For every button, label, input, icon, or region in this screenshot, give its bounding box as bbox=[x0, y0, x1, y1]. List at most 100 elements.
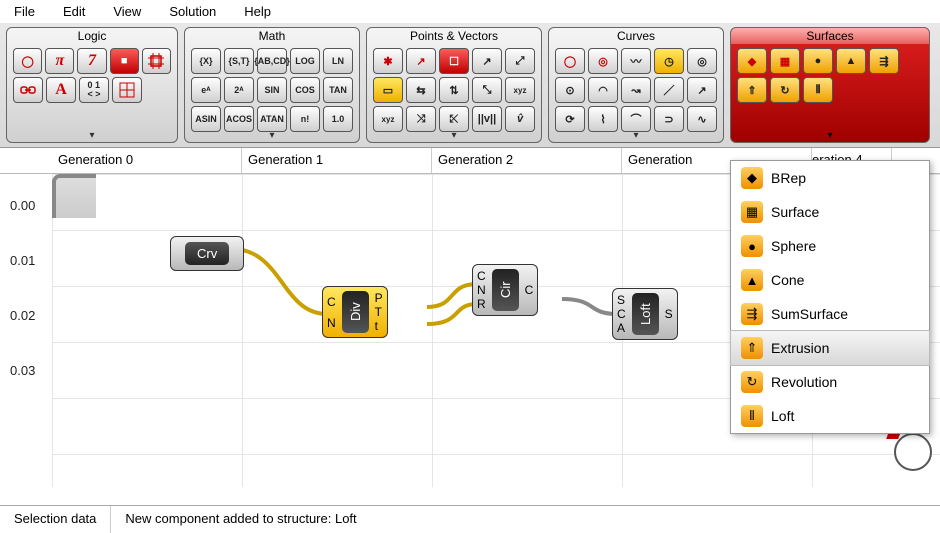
port-div-t-up[interactable]: T bbox=[375, 305, 383, 319]
tool-math[interactable]: ATAN bbox=[257, 106, 287, 132]
tool-surf-brep[interactable]: ◆ bbox=[737, 48, 767, 74]
compass-widget[interactable] bbox=[894, 433, 932, 471]
menu-solution[interactable]: Solution bbox=[169, 4, 216, 19]
tool-crv-14[interactable]: ⊃ bbox=[654, 106, 684, 132]
tool-pv-8[interactable]: ⇅ bbox=[439, 77, 469, 103]
tool-crv-7[interactable]: ◠ bbox=[588, 77, 618, 103]
tool-crv-11[interactable]: ⟳ bbox=[555, 106, 585, 132]
menu-help[interactable]: Help bbox=[244, 4, 271, 19]
port-div-n[interactable]: N bbox=[327, 316, 336, 330]
node-crv[interactable]: Crv bbox=[170, 236, 244, 271]
tool-crv-2[interactable]: ◎ bbox=[588, 48, 618, 74]
dropdown-item-loft[interactable]: ⫴Loft bbox=[731, 399, 929, 433]
tool-logic-circle[interactable]: ◯ bbox=[13, 48, 42, 74]
dropdown-item-sphere[interactable]: ●Sphere bbox=[731, 229, 929, 263]
dropdown-item-extrusion[interactable]: ⇑Extrusion bbox=[730, 330, 930, 366]
tool-crv-15[interactable]: ∿ bbox=[687, 106, 717, 132]
port-cir-c-out[interactable]: C bbox=[525, 283, 534, 297]
tool-surf-sumsurface[interactable]: ⇶ bbox=[869, 48, 899, 74]
tool-pv-1[interactable]: ✱ bbox=[373, 48, 403, 74]
tool-pv-7[interactable]: ⇆ bbox=[406, 77, 436, 103]
tool-logic-7[interactable]: 7 bbox=[77, 48, 106, 74]
port-loft-c[interactable]: C bbox=[617, 307, 626, 321]
tool-math[interactable]: ACOS bbox=[224, 106, 254, 132]
tool-pv-4[interactable]: ↗ bbox=[472, 48, 502, 74]
tool-math[interactable]: COS bbox=[290, 77, 320, 103]
tool-pv-13[interactable]: ⤪ bbox=[439, 106, 469, 132]
tool-pv-9[interactable]: ⤡ bbox=[472, 77, 502, 103]
palette-pv-expand[interactable]: ▾ bbox=[367, 130, 541, 141]
port-loft-s-in[interactable]: S bbox=[617, 293, 626, 307]
dropdown-item-surface[interactable]: ▦Surface bbox=[731, 195, 929, 229]
tool-math[interactable]: LN bbox=[323, 48, 353, 74]
tool-pv-5[interactable]: ⤢ bbox=[505, 48, 535, 74]
node-div[interactable]: C N Div P T t bbox=[322, 286, 388, 338]
tool-logic-link[interactable] bbox=[13, 77, 43, 103]
tool-crv-5[interactable]: ◎ bbox=[687, 48, 717, 74]
tool-math[interactable]: eᴬ bbox=[191, 77, 221, 103]
tool-crv-4[interactable]: ◷ bbox=[654, 48, 684, 74]
tool-logic-square[interactable]: ■ bbox=[110, 48, 139, 74]
port-cir-r[interactable]: R bbox=[477, 297, 486, 311]
tool-math[interactable]: n! bbox=[290, 106, 320, 132]
port-loft-s-out[interactable]: S bbox=[665, 307, 673, 321]
dropdown-item-revolution[interactable]: ↻Revolution bbox=[731, 365, 929, 399]
palette-math: Math {X}{S,T}{AB,CD}LOGLNeᴬ2ᴬSINCOSTANAS… bbox=[184, 27, 360, 143]
node-cir[interactable]: C N R Cir C bbox=[472, 264, 538, 316]
tool-math[interactable]: ASIN bbox=[191, 106, 221, 132]
tool-surf-revolution[interactable]: ↻ bbox=[770, 77, 800, 103]
tool-math[interactable]: 1.0 bbox=[323, 106, 353, 132]
port-cir-n[interactable]: N bbox=[477, 283, 486, 297]
tool-pv-2[interactable]: ↗ bbox=[406, 48, 436, 74]
tool-surf-extrusion[interactable]: ⇑ bbox=[737, 77, 767, 103]
dropdown-item-brep[interactable]: ◆BRep bbox=[731, 161, 929, 195]
palette-surfaces-expand[interactable]: ▾ bbox=[731, 130, 929, 141]
tool-math[interactable]: LOG bbox=[290, 48, 320, 74]
node-div-label: Div bbox=[342, 291, 369, 333]
tool-pv-10[interactable]: xyz bbox=[505, 77, 535, 103]
tool-crv-6[interactable]: ⊙ bbox=[555, 77, 585, 103]
menu-view[interactable]: View bbox=[113, 4, 141, 19]
tool-logic-crop[interactable] bbox=[142, 48, 171, 74]
tool-crv-1[interactable]: ◯ bbox=[555, 48, 585, 74]
palette-logic-expand[interactable]: ▾ bbox=[7, 130, 177, 141]
port-div-p[interactable]: P bbox=[375, 291, 383, 305]
tool-surf-surface[interactable]: ▦ bbox=[770, 48, 800, 74]
palette-math-expand[interactable]: ▾ bbox=[185, 130, 359, 141]
menu-file[interactable]: File bbox=[14, 4, 35, 19]
tool-pv-6[interactable]: ▭ bbox=[373, 77, 403, 103]
tool-surf-loft[interactable]: ⫴ bbox=[803, 77, 833, 103]
tool-math[interactable]: SIN bbox=[257, 77, 287, 103]
tool-crv-3[interactable]: 〰 bbox=[621, 48, 651, 74]
port-div-c[interactable]: C bbox=[327, 295, 336, 309]
tool-pv-15[interactable]: v̂ bbox=[505, 106, 535, 132]
palette-curves-expand[interactable]: ▾ bbox=[549, 130, 723, 141]
port-cir-c-in[interactable]: C bbox=[477, 269, 486, 283]
tool-pv-14[interactable]: ||v|| bbox=[472, 106, 502, 132]
tool-logic-grid[interactable] bbox=[112, 77, 142, 103]
tool-math[interactable]: 2ᴬ bbox=[224, 77, 254, 103]
tool-crv-8[interactable]: ↝ bbox=[621, 77, 651, 103]
menu-edit[interactable]: Edit bbox=[63, 4, 85, 19]
tool-logic-pi[interactable]: π bbox=[45, 48, 74, 74]
tool-crv-9[interactable]: ／ bbox=[654, 77, 684, 103]
tool-crv-12[interactable]: ⌇ bbox=[588, 106, 618, 132]
tool-math[interactable]: {X} bbox=[191, 48, 221, 74]
tool-pv-12[interactable]: ⤨ bbox=[406, 106, 436, 132]
tool-pv-11[interactable]: xyz bbox=[373, 106, 403, 132]
tool-logic-01[interactable]: 0 1< > bbox=[79, 77, 109, 103]
tool-math[interactable]: {AB,CD} bbox=[257, 48, 287, 74]
tool-pv-3[interactable]: ☐ bbox=[439, 48, 469, 74]
tool-surf-cone[interactable]: ▲ bbox=[836, 48, 866, 74]
tool-crv-13[interactable]: ⌒ bbox=[621, 106, 651, 132]
tool-crv-10[interactable]: ↗ bbox=[687, 77, 717, 103]
dropdown-item-cone[interactable]: ▲Cone bbox=[731, 263, 929, 297]
dropdown-item-sumsurface[interactable]: ⇶SumSurface bbox=[731, 297, 929, 331]
port-loft-a[interactable]: A bbox=[617, 321, 626, 335]
tool-logic-a[interactable]: A bbox=[46, 77, 76, 103]
port-div-t[interactable]: t bbox=[375, 319, 383, 333]
node-loft[interactable]: S C A Loft S bbox=[612, 288, 678, 340]
tool-surf-sphere[interactable]: ● bbox=[803, 48, 833, 74]
tool-math[interactable]: {S,T} bbox=[224, 48, 254, 74]
tool-math[interactable]: TAN bbox=[323, 77, 353, 103]
